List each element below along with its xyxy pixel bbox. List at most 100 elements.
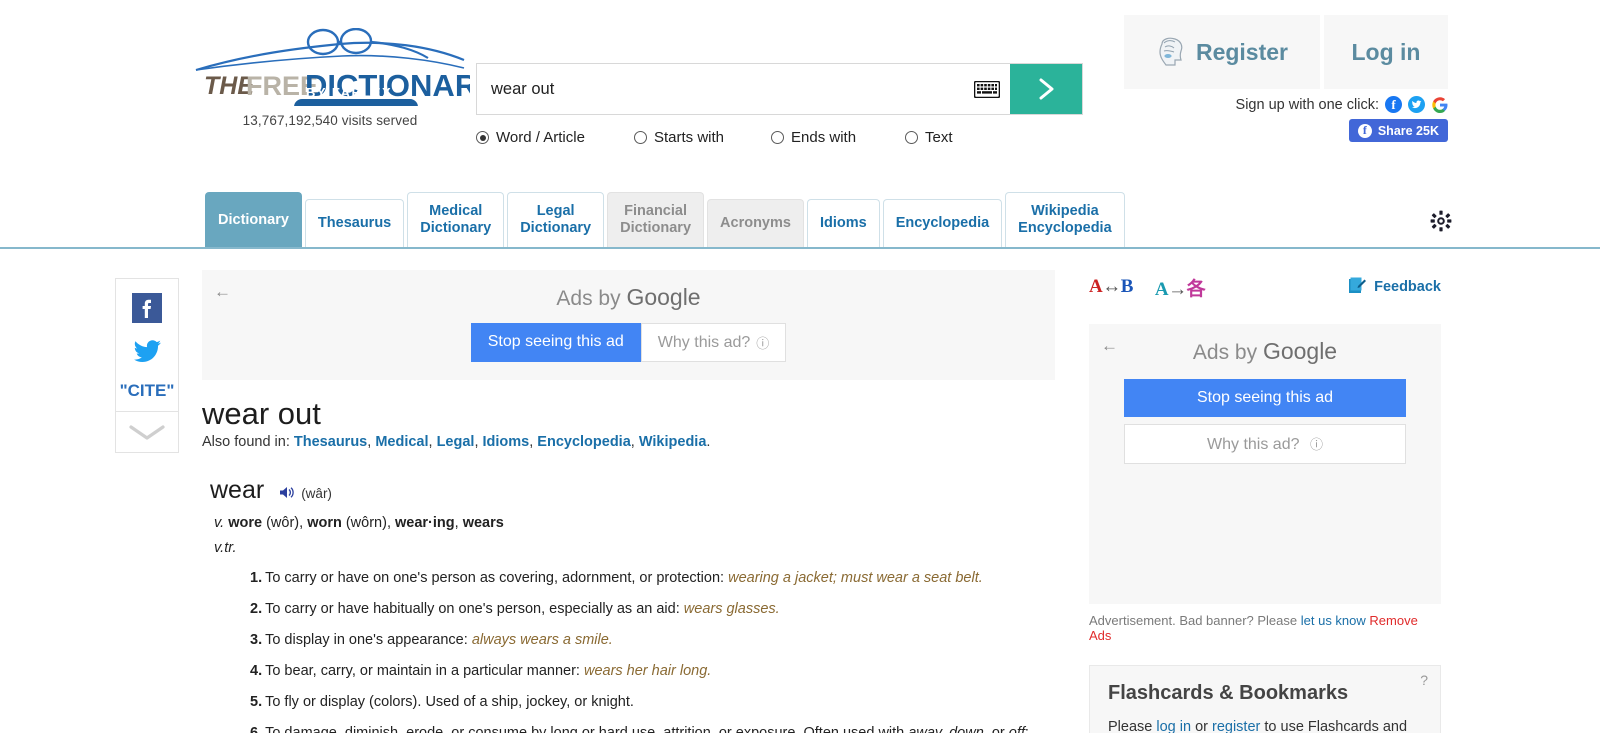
chevron-right-icon (1039, 78, 1054, 100)
page-root: THE FREE DICTIONARY BY FARLEX 13,767,192… (0, 0, 1600, 733)
entry-title: wear out (202, 396, 321, 431)
tab-list: Dictionary Thesaurus Medical Dictionary … (205, 192, 1128, 247)
definition-number: 6. (250, 725, 262, 733)
facebook-share-button[interactable]: f Share 25K (1348, 119, 1448, 142)
headword: wear (210, 476, 265, 504)
also-link-thesaurus[interactable]: Thesaurus (294, 434, 367, 450)
tab-financial-dictionary[interactable]: Financial Dictionary (607, 192, 705, 247)
radio-word-article[interactable]: Word / Article (476, 129, 634, 146)
ads-by-prefix: Ads by (556, 287, 627, 310)
register-button[interactable]: Register (1124, 15, 1320, 89)
also-link-medical[interactable]: Medical (375, 434, 428, 450)
tab-medical-dictionary[interactable]: Medical Dictionary (407, 192, 505, 247)
tab-dictionary[interactable]: Dictionary (205, 192, 302, 247)
search-area: Word / Article Starts with Ends with Tex… (476, 63, 1083, 146)
settings-button[interactable] (1430, 210, 1452, 237)
google-signup-icon[interactable] (1431, 96, 1448, 113)
definition-item: 4. To bear, carry, or maintain in a parti… (250, 661, 1055, 682)
twitter-icon (134, 340, 161, 362)
google-wordmark: Google (1262, 338, 1338, 364)
definition-example: wears glasses. (683, 601, 780, 618)
login-link[interactable]: log in (1156, 719, 1191, 733)
login-button[interactable]: Log in (1324, 15, 1448, 89)
tab-legal-dictionary[interactable]: Legal Dictionary (507, 192, 605, 247)
definition-example: wears her hair long. (583, 663, 712, 680)
search-submit-button[interactable] (1010, 64, 1082, 114)
signup-text: Sign up with one click: (1235, 96, 1379, 113)
register-link[interactable]: register (1212, 719, 1260, 733)
translate-cjk-button[interactable]: A→各 (1155, 274, 1206, 301)
flashcards-body-suffix: to use Flashcards and (1260, 719, 1408, 733)
headword-block: wear (wâr) (210, 476, 1055, 505)
flashcards-body: Please log in or register to use Flashca… (1108, 719, 1422, 733)
ad-note-prefix: Advertisement. Bad banner? Please (1089, 613, 1301, 628)
site-logo[interactable]: THE FREE DICTIONARY BY FARLEX 13,767,192… (190, 28, 470, 128)
tab-wikipedia-encyclopedia[interactable]: Wikipedia Encyclopedia (1005, 192, 1125, 247)
also-found-in: Also found in: Thesaurus, Medical, Legal… (202, 434, 711, 450)
definition-emphasis: away, down, (908, 725, 988, 733)
part-of-speech: v.tr. (214, 540, 237, 556)
also-link-encyclopedia[interactable]: Encyclopedia (537, 434, 630, 450)
share-twitter-button[interactable] (116, 339, 178, 365)
radio-dot (634, 131, 647, 144)
also-link-idioms[interactable]: Idioms (483, 434, 530, 450)
definition-text-2: or (988, 725, 1009, 733)
stop-seeing-ad-button[interactable]: Stop seeing this ad (470, 323, 641, 362)
stop-seeing-ad-button[interactable]: Stop seeing this ad (1124, 379, 1406, 417)
expand-share-rail-button[interactable] (116, 411, 178, 452)
search-input[interactable] (477, 64, 974, 114)
why-this-ad-button[interactable]: Why this ad? ⓘ (640, 323, 787, 362)
translate-ab-button[interactable]: A↔B (1089, 276, 1133, 298)
why-this-ad-button[interactable]: Why this ad? ⓘ (1124, 424, 1406, 464)
radio-label: Word / Article (496, 129, 585, 146)
logo-byline: BY FARLEX (306, 85, 392, 100)
radio-ends-with[interactable]: Ends with (771, 129, 905, 146)
tab-encyclopedia[interactable]: Encyclopedia (882, 199, 1003, 247)
tab-acronyms[interactable]: Acronyms (707, 199, 804, 247)
definition-example: always wears a smile. (471, 632, 613, 649)
tab-idioms[interactable]: Idioms (806, 199, 880, 247)
definition-text: To carry or have habitually on one's per… (265, 601, 684, 618)
visits-counter: 13,767,192,540 visits served (242, 113, 418, 128)
main-column: ← Ads by Google Stop seeing this ad Why … (202, 270, 1055, 733)
social-signup: Sign up with one click: f (1236, 96, 1448, 113)
definition-text: To damage, diminish, erode, or consume b… (265, 725, 908, 733)
help-icon[interactable]: ? (1420, 672, 1428, 688)
also-link-legal[interactable]: Legal (437, 434, 475, 450)
brain-avatar-icon (1159, 37, 1183, 66)
definition-number: 5. (250, 694, 263, 711)
login-label: Log in (1351, 38, 1421, 65)
radio-dot (905, 131, 918, 144)
feedback-icon (1348, 276, 1367, 298)
share-facebook-button[interactable] (116, 293, 178, 323)
definition-text: To display in one's appearance: (265, 632, 472, 649)
twitter-signup-icon[interactable] (1408, 96, 1425, 113)
radio-label: Text (925, 129, 953, 146)
ad-banner-sidebar: ← Ads by Google Stop seeing this ad Why … (1089, 324, 1441, 604)
definition-emphasis-2: off (1009, 725, 1025, 733)
arrow-left-icon[interactable]: ← (1101, 336, 1118, 356)
inflected-forms: v. wore (wôr), worn (wôrn), wear·ing, we… (214, 515, 504, 531)
google-wordmark: Google (626, 284, 701, 310)
facebook-icon (132, 293, 162, 323)
info-icon: ⓘ (756, 336, 770, 351)
also-link-wikipedia[interactable]: Wikipedia (639, 434, 707, 450)
speaker-icon[interactable] (278, 485, 295, 505)
cite-button[interactable]: "CITE" (116, 381, 178, 401)
facebook-signup-icon[interactable]: f (1385, 96, 1402, 113)
definition-item: 6.To damage, diminish, erode, or consume… (250, 723, 1055, 733)
definition-item: 3. To display in one's appearance: always… (250, 630, 1055, 651)
ad-banner-main: ← Ads by Google Stop seeing this ad Why … (202, 270, 1055, 380)
share-label: Share 25K (1377, 123, 1439, 138)
radio-starts-with[interactable]: Starts with (634, 129, 771, 146)
let-us-know-link[interactable]: let us know (1301, 613, 1366, 628)
definition-text: To carry or have on one's person as cove… (265, 570, 729, 586)
radio-text[interactable]: Text (905, 129, 953, 146)
keyboard-icon[interactable] (974, 64, 1010, 114)
arrow-left-icon[interactable]: ← (214, 282, 231, 302)
definition-number: 2. (250, 601, 263, 618)
pronunciation: (wâr) (301, 486, 332, 501)
tab-thesaurus[interactable]: Thesaurus (304, 199, 405, 247)
info-icon: ⓘ (1309, 437, 1323, 452)
feedback-link[interactable]: Feedback (1348, 276, 1441, 298)
